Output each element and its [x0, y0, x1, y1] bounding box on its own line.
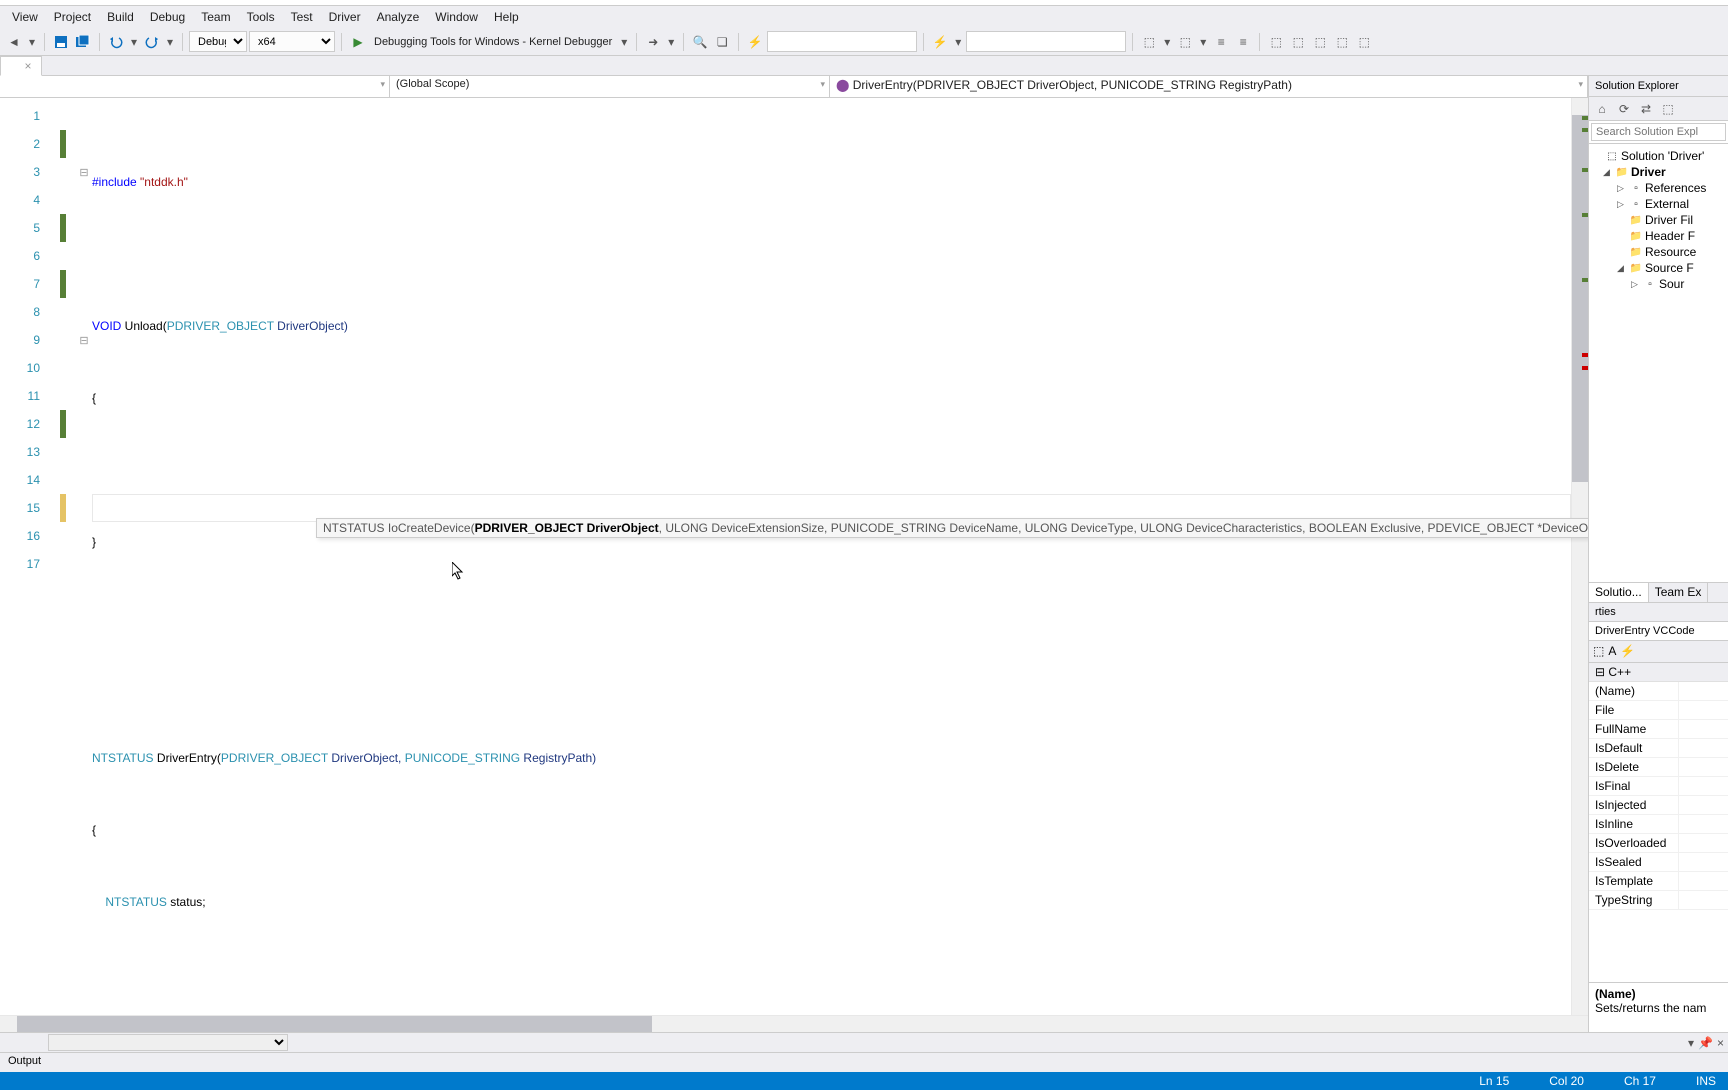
find-button[interactable]: 🔍: [690, 32, 710, 52]
close-panel-icon[interactable]: ×: [1717, 1036, 1724, 1050]
cpp-file-icon: ▫: [1643, 277, 1657, 291]
undo-dropdown[interactable]: ▾: [128, 32, 140, 52]
comment-button[interactable]: ❏: [712, 32, 732, 52]
save-all-button[interactable]: [73, 32, 93, 52]
tab-close-icon[interactable]: ×: [21, 59, 35, 73]
quick-launch[interactable]: [966, 31, 1126, 52]
se-search-input[interactable]: [1591, 123, 1726, 141]
output-tab[interactable]: Output: [0, 1052, 1728, 1072]
properties-title: rties: [1589, 603, 1728, 622]
categorized-icon[interactable]: ⬚: [1593, 644, 1604, 658]
menu-team[interactable]: Team: [193, 7, 238, 27]
properties-object[interactable]: DriverEntry VCCode: [1589, 622, 1728, 641]
navigate-back-button[interactable]: ◄: [4, 32, 24, 52]
events-icon[interactable]: ⚡: [1620, 644, 1635, 658]
property-row[interactable]: IsInline: [1589, 815, 1728, 834]
source-tab[interactable]: ×: [0, 56, 42, 76]
properties-grid[interactable]: ⊟ C++ (Name)FileFullNameIsDefaultIsDelet…: [1589, 663, 1728, 983]
se-showall-icon[interactable]: ⬚: [1659, 100, 1677, 118]
menu-help[interactable]: Help: [486, 7, 527, 27]
menu-test[interactable]: Test: [283, 7, 321, 27]
redo-dropdown[interactable]: ▾: [164, 32, 176, 52]
external-icon: ▫: [1629, 197, 1643, 211]
se-toolbar: ⌂ ⟳ ⇄ ⬚: [1589, 97, 1728, 121]
pin-icon[interactable]: ▾: [1688, 1036, 1694, 1050]
menu-tools[interactable]: Tools: [239, 7, 283, 27]
property-row[interactable]: IsInjected: [1589, 796, 1728, 815]
status-bar: Ln 15 Col 20 Ch 17 INS: [0, 1072, 1728, 1090]
save-button[interactable]: [51, 32, 71, 52]
menu-bar: View Project Build Debug Team Tools Test…: [0, 6, 1728, 28]
property-row[interactable]: IsSealed: [1589, 853, 1728, 872]
start-debug-button[interactable]: ▶: [348, 32, 368, 52]
change-markers: [60, 98, 76, 1015]
menu-driver[interactable]: Driver: [321, 7, 369, 27]
status-col: Col 20: [1549, 1074, 1584, 1088]
nav-scope-dropdown[interactable]: (Global Scope): [390, 76, 830, 97]
se-sync-icon[interactable]: ⇄: [1637, 100, 1655, 118]
se-bottom-tabs: Solutio... Team Ex: [1589, 582, 1728, 602]
menu-debug[interactable]: Debug: [142, 7, 193, 27]
vertical-scrollbar[interactable]: [1571, 98, 1588, 1015]
menu-project[interactable]: Project: [46, 7, 99, 27]
property-row[interactable]: File: [1589, 701, 1728, 720]
property-row[interactable]: FullName: [1589, 720, 1728, 739]
horizontal-scrollbar[interactable]: [0, 1015, 1588, 1032]
menu-view[interactable]: View: [4, 7, 46, 27]
solution-explorer-title: Solution Explorer: [1589, 76, 1728, 97]
property-row[interactable]: IsDefault: [1589, 739, 1728, 758]
tab-solution-explorer[interactable]: Solutio...: [1589, 583, 1649, 602]
folder-icon: 📁: [1629, 261, 1643, 275]
status-ins: INS: [1696, 1074, 1716, 1088]
alphabetical-icon[interactable]: A: [1608, 644, 1616, 658]
solution-icon: ⬚: [1605, 149, 1619, 163]
platform-select[interactable]: x64: [249, 31, 335, 52]
menu-window[interactable]: Window: [427, 7, 486, 27]
menu-build[interactable]: Build: [99, 7, 142, 27]
auto-hide-icon[interactable]: 📌: [1698, 1036, 1713, 1050]
property-row[interactable]: IsFinal: [1589, 777, 1728, 796]
document-tabs: ×: [0, 56, 1728, 76]
code-editor[interactable]: #include "ntddk.h" VOID Unload(PDRIVER_O…: [92, 98, 1571, 1015]
output-toolbar: ▾ 📌 ×: [0, 1032, 1728, 1052]
nav-function-dropdown[interactable]: ⬤ DriverEntry(PDRIVER_OBJECT DriverObjec…: [830, 76, 1588, 97]
output-source-select[interactable]: [48, 1034, 288, 1051]
status-line: Ln 15: [1479, 1074, 1509, 1088]
solution-tree[interactable]: ⬚Solution 'Driver' ◢📁Driver ▷▫References…: [1589, 144, 1728, 582]
property-row[interactable]: IsDelete: [1589, 758, 1728, 777]
debug-target-dropdown[interactable]: ▾: [618, 32, 630, 52]
property-row[interactable]: IsOverloaded: [1589, 834, 1728, 853]
line-numbers: 1234 5678 9101112 13141516 17: [0, 98, 60, 1015]
tab-team-explorer[interactable]: Team Ex: [1649, 583, 1709, 602]
status-ch: Ch 17: [1624, 1074, 1656, 1088]
references-icon: ▫: [1629, 181, 1643, 195]
navigation-bar: (Global Scope) ⬤ DriverEntry(PDRIVER_OBJ…: [0, 76, 1588, 98]
config-select[interactable]: Debug: [189, 31, 247, 52]
nav-project-dropdown[interactable]: [0, 76, 390, 97]
step-button[interactable]: ➜: [643, 32, 663, 52]
folder-icon: 📁: [1629, 229, 1643, 243]
main-toolbar: ◄ ▾ ▾ ▾ Debug x64 ▶ Debugging Tools for …: [0, 28, 1728, 56]
se-refresh-icon[interactable]: ⟳: [1615, 100, 1633, 118]
redo-button[interactable]: [142, 32, 162, 52]
property-row[interactable]: TypeString: [1589, 891, 1728, 910]
folder-icon: 📁: [1629, 213, 1643, 227]
property-row[interactable]: IsTemplate: [1589, 872, 1728, 891]
function-icon: ⬤: [836, 78, 853, 92]
navigate-dropdown[interactable]: ▾: [26, 32, 38, 52]
parameter-info-tooltip: NTSTATUS IoCreateDevice(PDRIVER_OBJECT D…: [316, 518, 1588, 538]
folder-icon: 📁: [1629, 245, 1643, 259]
fold-column[interactable]: ⊟ ⊟: [76, 98, 92, 1015]
se-home-icon[interactable]: ⌂: [1593, 100, 1611, 118]
undo-button[interactable]: [106, 32, 126, 52]
find-input[interactable]: [767, 31, 917, 52]
property-row[interactable]: (Name): [1589, 682, 1728, 701]
project-icon: 📁: [1615, 165, 1629, 179]
debug-target-label[interactable]: Debugging Tools for Windows - Kernel Deb…: [370, 36, 616, 48]
menu-analyze[interactable]: Analyze: [369, 7, 428, 27]
property-description: (Name) Sets/returns the nam: [1589, 982, 1728, 1032]
